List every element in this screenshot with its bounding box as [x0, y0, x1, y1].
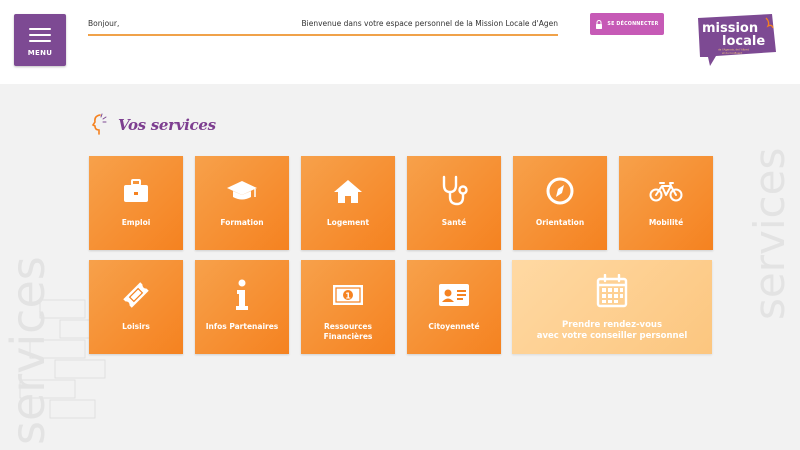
tile-ressources-financieres[interactable]: 1 Ressources Financières: [301, 260, 395, 354]
ticket-icon: [123, 282, 149, 308]
tile-citoyennete[interactable]: Citoyenneté: [407, 260, 501, 354]
watermark-text: services: [1, 256, 55, 445]
logo-tagline-2: et du Confluent: [722, 51, 742, 55]
briefcase-icon: [124, 179, 148, 202]
services-watermark-right: services: [746, 148, 794, 320]
info-icon: [236, 279, 248, 310]
tile-label: Formation: [220, 218, 264, 227]
menu-button[interactable]: MENU: [14, 14, 66, 66]
menu-label: MENU: [27, 49, 53, 57]
tile-label: Ressources Financières: [324, 322, 373, 342]
tile-sante[interactable]: Santé: [407, 156, 501, 250]
greeting-bar: Bonjour, Bienvenue dans votre espace per…: [88, 18, 558, 36]
tile-label: Emploi: [121, 218, 151, 227]
appointment-label-line2: avec votre conseiller personnel: [536, 331, 688, 342]
greeting-text: Bonjour,: [88, 19, 120, 28]
tile-label-line1: Ressources: [324, 322, 372, 331]
tile-infos-partenaires[interactable]: Infos Partenaires: [195, 260, 289, 354]
tile-label: Infos Partenaires: [205, 322, 279, 331]
tile-label: Logement: [326, 218, 370, 227]
stethoscope-icon: [442, 175, 468, 206]
tile-label: Citoyenneté: [428, 322, 480, 331]
svg-text:1: 1: [345, 292, 351, 301]
services-title: Vos services: [118, 116, 216, 134]
services-watermark-left: services: [1, 256, 55, 445]
tile-label-line2: Financières: [323, 332, 373, 342]
tile-formation[interactable]: Formation: [195, 156, 289, 250]
logo-word-locale: locale: [722, 34, 765, 49]
tile-loisirs[interactable]: Loisirs: [89, 260, 183, 354]
logout-button[interactable]: SE DÉCONNECTER: [590, 13, 664, 35]
logout-label: SE DÉCONNECTER: [607, 21, 659, 27]
tile-label: Orientation: [535, 218, 585, 227]
appointment-button[interactable]: Prendre rendez-vous avec votre conseille…: [512, 260, 712, 354]
tile-emploi[interactable]: Emploi: [89, 156, 183, 250]
appointment-label: Prendre rendez-vous avec votre conseille…: [537, 320, 688, 343]
welcome-text: Bienvenue dans votre espace personnel de…: [301, 19, 558, 28]
services-header: Vos services: [90, 112, 216, 138]
bicycle-icon: [649, 182, 683, 202]
appointment-label-line1: Prendre rendez-vous: [561, 320, 663, 330]
tile-label: Santé: [441, 218, 467, 227]
tile-orientation[interactable]: Orientation: [513, 156, 607, 250]
header: MENU Bonjour, Bienvenue dans votre espac…: [0, 0, 800, 84]
tile-mobilite[interactable]: Mobilité: [619, 156, 713, 250]
tile-logement[interactable]: Logement: [301, 156, 395, 250]
hamburger-icon-bar: [29, 34, 51, 36]
tile-label: Mobilité: [648, 218, 684, 227]
tile-label: Loisirs: [122, 322, 150, 331]
id-card-icon: [439, 284, 469, 306]
graduation-cap-icon: [227, 181, 257, 200]
lock-icon: [596, 19, 603, 29]
logo-tagline-1: de l'Agenais, de l'Albret: [718, 48, 749, 52]
mission-locale-logo[interactable]: mission locale de l'Agenais, de l'Albret…: [696, 12, 780, 68]
hamburger-icon-bar: [29, 40, 51, 42]
compass-icon: [546, 177, 574, 205]
profile-face-icon: [91, 113, 107, 135]
calendar-icon: [596, 273, 628, 308]
banknote-icon: 1: [333, 285, 363, 305]
home-icon: [334, 180, 362, 203]
hamburger-icon-bar: [29, 28, 51, 30]
watermark-text: services: [746, 148, 794, 320]
